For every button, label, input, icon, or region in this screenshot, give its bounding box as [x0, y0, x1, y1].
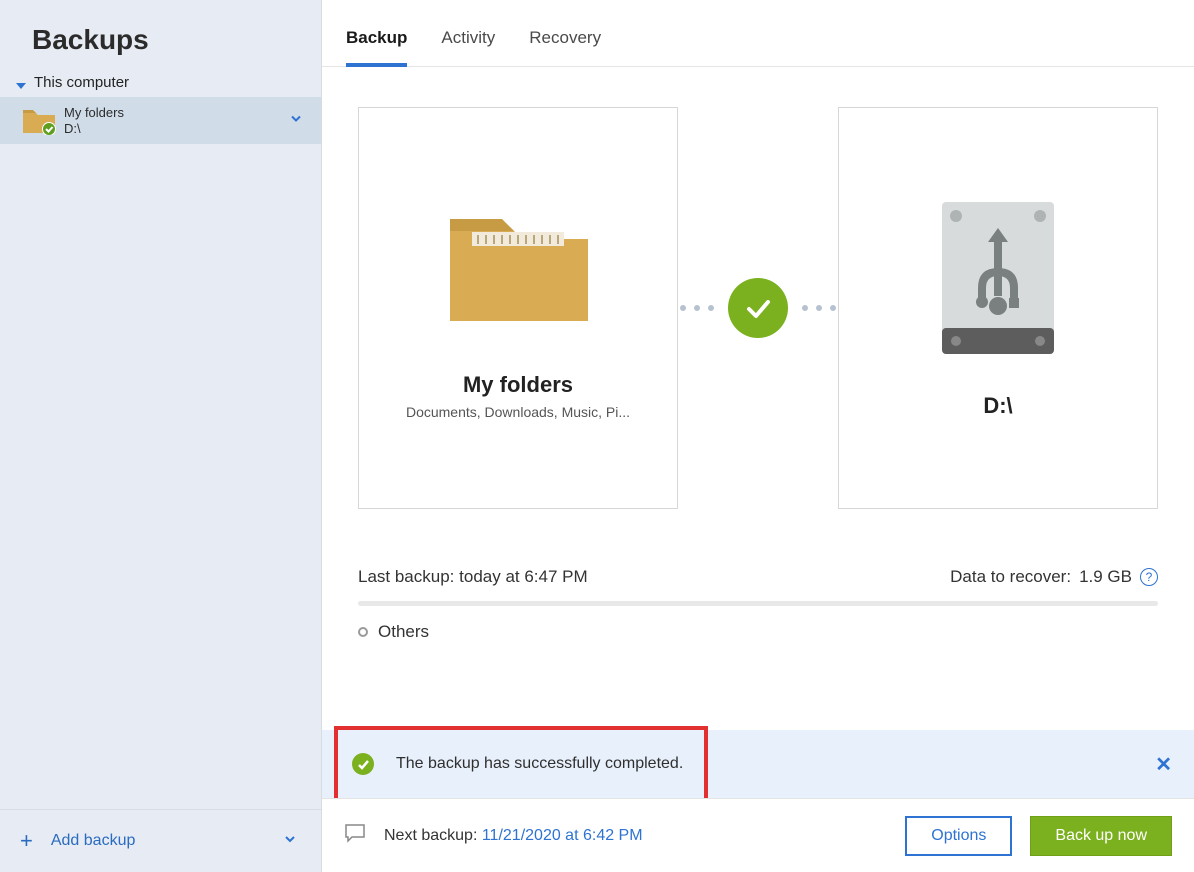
backup-now-button[interactable]: Back up now: [1030, 816, 1172, 856]
plus-icon: +: [20, 828, 33, 854]
chevron-down-icon[interactable]: [289, 111, 303, 130]
bullet-icon: [358, 627, 368, 637]
last-backup-label: Last backup:: [358, 567, 454, 586]
tab-activity[interactable]: Activity: [441, 28, 495, 66]
sidebar-title: Backups: [0, 0, 321, 74]
checkmark-icon: [728, 278, 788, 338]
source-card[interactable]: My folders Documents, Downloads, Music, …: [358, 107, 678, 509]
destination-card-title: D:\: [983, 393, 1012, 419]
source-card-title: My folders: [463, 372, 573, 398]
cards-row: My folders Documents, Downloads, Music, …: [358, 107, 1158, 509]
comment-icon[interactable]: [344, 823, 366, 848]
source-card-sub: Documents, Downloads, Music, Pi...: [406, 404, 630, 420]
sidebar-item-texts: My folders D:\: [64, 105, 124, 136]
sidebar-section-label: This computer: [34, 74, 129, 91]
checkmark-icon: [352, 753, 374, 775]
close-icon[interactable]: ✕: [1155, 752, 1172, 777]
status-banner: The backup has successfully completed. ✕: [322, 730, 1194, 798]
add-backup-label: Add backup: [51, 832, 136, 850]
chevron-down-icon[interactable]: [283, 832, 297, 851]
tab-recovery[interactable]: Recovery: [529, 28, 601, 66]
sidebar-item-sub: D:\: [64, 121, 124, 137]
next-backup-label: Next backup:: [384, 827, 477, 844]
tab-backup[interactable]: Backup: [346, 28, 407, 66]
progress-bar: [358, 601, 1158, 606]
sidebar-section-header[interactable]: This computer: [0, 74, 321, 97]
info-row: Last backup: today at 6:47 PM Data to re…: [358, 567, 1158, 587]
data-recover-label: Data to recover:: [950, 567, 1071, 587]
sidebar-item-title: My folders: [64, 105, 124, 121]
help-icon[interactable]: ?: [1140, 568, 1158, 586]
folder-icon: [438, 197, 598, 342]
others-label: Others: [378, 622, 429, 642]
chevron-down-icon: [16, 78, 26, 88]
footer-bar: Next backup: 11/21/2020 at 6:42 PM Optio…: [322, 798, 1194, 872]
sidebar-item-myfolders[interactable]: My folders D:\: [0, 97, 321, 144]
data-to-recover: Data to recover: 1.9 GB ?: [950, 567, 1158, 587]
footer-actions: Options Back up now: [905, 816, 1172, 856]
next-backup: Next backup: 11/21/2020 at 6:42 PM: [384, 827, 643, 845]
last-backup: Last backup: today at 6:47 PM: [358, 567, 588, 587]
folder-icon: [22, 107, 56, 135]
data-recover-value: 1.9 GB: [1079, 567, 1132, 587]
others-row: Others: [358, 622, 1158, 642]
tab-bar: Backup Activity Recovery: [322, 0, 1194, 67]
drive-icon: [938, 198, 1058, 363]
options-button[interactable]: Options: [905, 816, 1012, 856]
destination-card[interactable]: D:\: [838, 107, 1158, 509]
status-message: The backup has successfully completed.: [396, 755, 683, 773]
backup-connector: [678, 278, 838, 338]
sidebar: Backups This computer My folders D:\: [0, 0, 322, 872]
last-backup-value: today at 6:47 PM: [459, 567, 588, 586]
next-backup-date[interactable]: 11/21/2020 at 6:42 PM: [482, 827, 643, 844]
add-backup-button[interactable]: + Add backup: [0, 809, 321, 872]
